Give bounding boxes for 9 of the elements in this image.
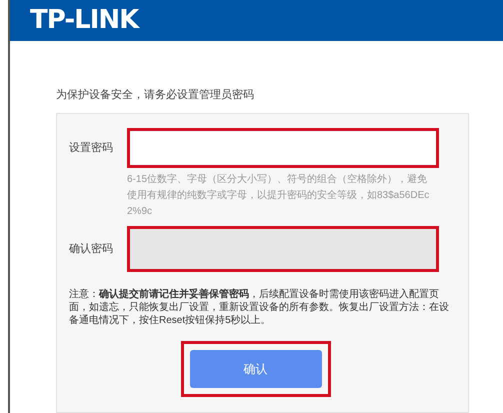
intro-text: 为保护设备安全，请务必设置管理员密码 [56, 88, 255, 102]
hint-text: 6-15位数字、字母（区分大小写）、符号的组合（空格除外），避免使用有规律的纯数字或字母，以提升密码的安全等级，如83$a56DEc2%9c [127, 172, 430, 219]
confirm-button[interactable]: 确认 [190, 350, 322, 388]
field-label: 确认密码 [69, 242, 114, 257]
field-label: 设置密码 [69, 140, 114, 156]
logo: TP-LINK [30, 4, 138, 37]
password-field[interactable] [127, 226, 439, 272]
note-text: 注意：确认提交前请记住并妥善保管密码，后续配置设备时需使用该密码进入配置页面，如遗忘，只能恢复出厂设置，重新设置设备的所有参数。恢复出厂设置方法：在设备通电情况下，按住Reset按钮保持5秒以上。 [69, 288, 450, 327]
password-field[interactable] [127, 128, 439, 168]
